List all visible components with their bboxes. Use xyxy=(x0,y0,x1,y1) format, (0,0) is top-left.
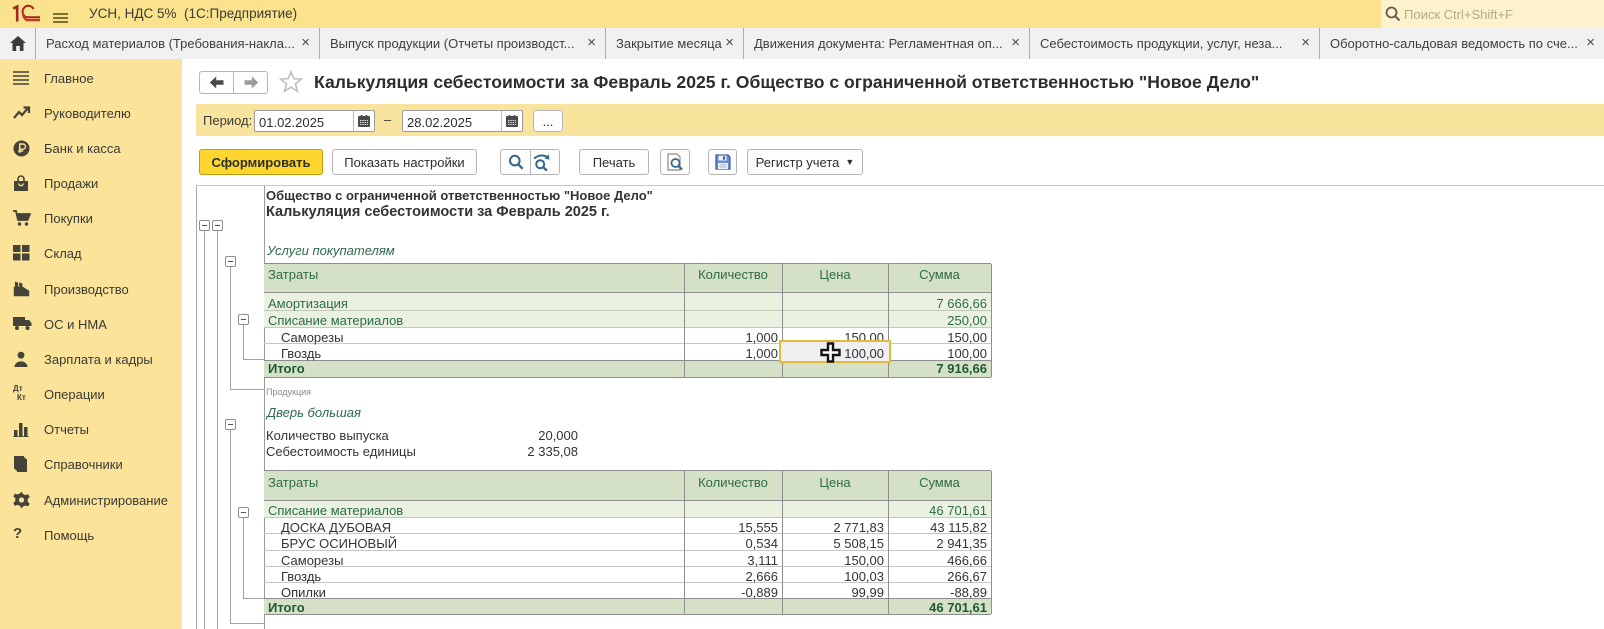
svg-text:Кт: Кт xyxy=(17,393,26,402)
svg-text:Дт: Дт xyxy=(13,384,23,393)
